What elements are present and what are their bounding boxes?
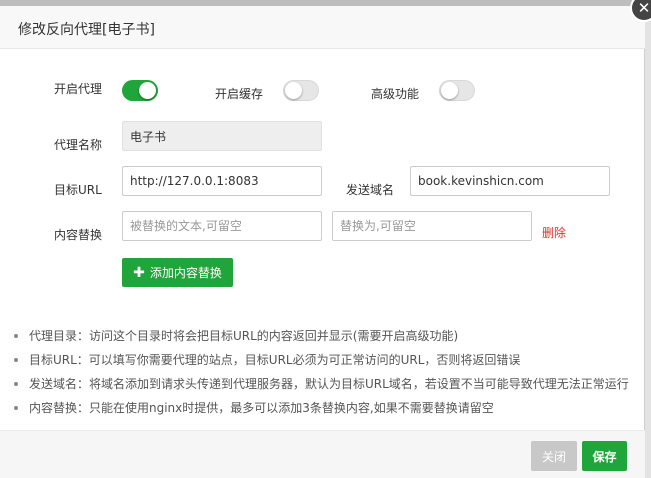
bullet-icon — [14, 382, 18, 386]
edit-reverse-proxy-dialog: 修改反向代理[电子书] 开启代理 开启缓存 高级功能 代理名称 目标URL 发送… — [0, 6, 645, 478]
list-item: 发送域名：将域名添加到请求头传递到代理服务器，默认为目标URL域名，若设置不当可… — [14, 372, 629, 396]
send-domain-input[interactable] — [410, 166, 610, 196]
proxy-toggle[interactable] — [122, 80, 158, 101]
bullet-icon — [14, 358, 18, 362]
proxy-name-field[interactable] — [122, 121, 322, 151]
toggle-label-cache: 开启缓存 — [215, 87, 264, 101]
toggle-knob — [285, 82, 302, 99]
list-item: 目标URL：可以填写你需要代理的站点，目标URL必须为可正常访问的URL，否则将… — [14, 348, 629, 372]
bullet-icon — [14, 406, 18, 410]
send-domain-label: 发送域名 — [346, 183, 395, 197]
note-text: 代理目录：访问这个目录时将会把目标URL的内容返回并显示(需要开启高级功能) — [29, 329, 459, 343]
proxy-name-label: 代理名称 — [54, 138, 103, 152]
note-text: 目标URL：可以填写你需要代理的站点，目标URL必须为可正常访问的URL，否则将… — [29, 353, 521, 367]
replace-from-input[interactable] — [122, 211, 322, 241]
dialog-footer: 关闭 保存 — [0, 430, 645, 478]
list-item: 内容替换：只能在使用nginx时提供，最多可以添加3条替换内容,如果不需要替换请… — [14, 396, 629, 420]
page-scrollbar[interactable] — [645, 6, 651, 478]
help-notes-list: 代理目录：访问这个目录时将会把目标URL的内容返回并显示(需要开启高级功能) 目… — [14, 324, 629, 420]
bullet-icon — [14, 334, 18, 338]
cache-toggle[interactable] — [283, 80, 319, 101]
toggle-knob — [441, 82, 458, 99]
plus-icon: ✚ — [133, 264, 145, 281]
advanced-toggle[interactable] — [439, 80, 475, 101]
dialog-titlebar: 修改反向代理[电子书] — [0, 6, 645, 49]
note-text: 内容替换：只能在使用nginx时提供，最多可以添加3条替换内容,如果不需要替换请… — [29, 401, 494, 415]
toggle-label-advanced: 高级功能 — [371, 87, 420, 101]
target-url-input[interactable] — [122, 166, 322, 196]
add-content-replace-label: 添加内容替换 — [149, 266, 222, 280]
list-item: 代理目录：访问这个目录时将会把目标URL的内容返回并显示(需要开启高级功能) — [14, 324, 629, 348]
toggle-label-proxy: 开启代理 — [54, 82, 103, 96]
note-text: 发送域名：将域名添加到请求头传递到代理服务器，默认为目标URL域名，若设置不当可… — [29, 377, 629, 391]
target-url-label: 目标URL — [54, 183, 102, 197]
close-button[interactable]: 关闭 — [531, 441, 577, 471]
save-button[interactable]: 保存 — [582, 441, 627, 471]
toggle-knob — [139, 82, 156, 99]
replace-to-input[interactable] — [332, 211, 532, 241]
content-replace-label: 内容替换 — [54, 228, 103, 242]
add-content-replace-button[interactable]: ✚ 添加内容替换 — [122, 258, 233, 287]
delete-replace-link[interactable]: 删除 — [542, 224, 566, 241]
dialog-title: 修改反向代理[电子书] — [18, 22, 155, 38]
